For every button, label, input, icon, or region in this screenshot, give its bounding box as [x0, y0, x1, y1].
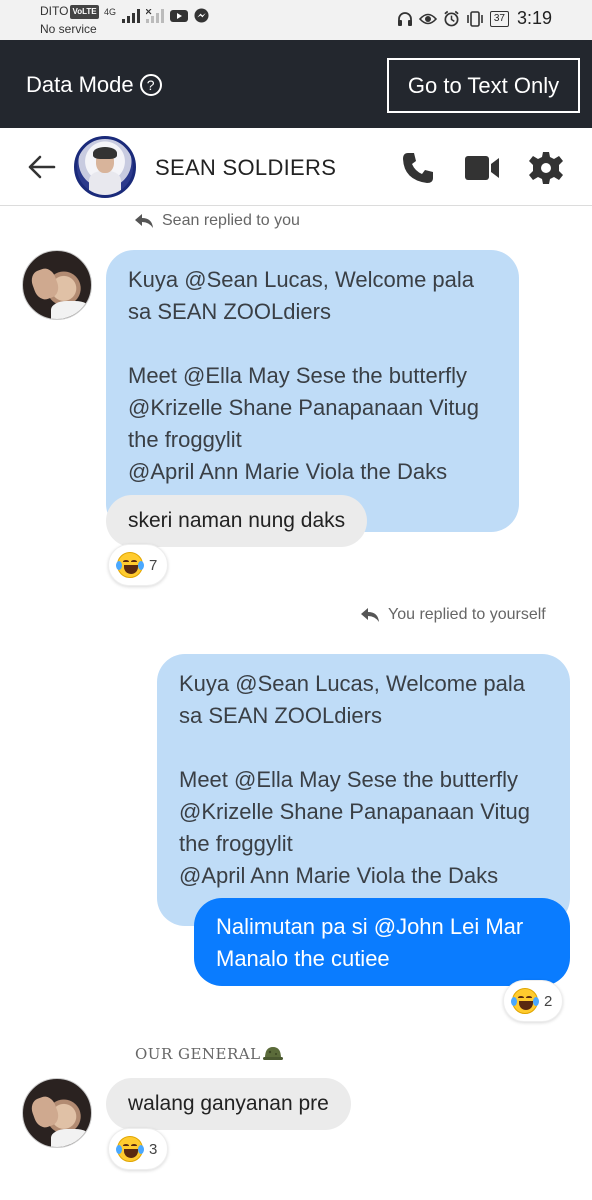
video-call-icon[interactable]: [464, 150, 500, 186]
go-to-text-only-button[interactable]: Go to Text Only: [387, 58, 580, 113]
reaction-count: 3: [149, 1140, 158, 1158]
sender-avatar[interactable]: [22, 250, 92, 320]
reply-note-text: Sean replied to you: [162, 212, 300, 229]
reaction-count: 7: [149, 556, 158, 574]
sender-name-text: OUR GENERAL: [135, 1045, 261, 1063]
network-type: 4G: [104, 6, 117, 17]
headphones-icon: [397, 11, 412, 26]
military-helmet-icon: [262, 1047, 283, 1060]
carrier-label: DITO VoLTE: [40, 4, 99, 19]
reply-note-text: You replied to yourself: [388, 606, 546, 623]
reaction-pill[interactable]: 3: [108, 1128, 169, 1170]
battery-indicator: 37: [489, 10, 509, 27]
chat-header: SEAN SOLDIERS: [0, 128, 592, 206]
clock: 3:19: [516, 8, 552, 28]
laughing-emoji-icon: [511, 988, 539, 1014]
carrier-name: DITO: [40, 4, 69, 18]
reaction-pill[interactable]: 2: [503, 980, 564, 1022]
back-arrow-icon[interactable]: [26, 152, 56, 182]
messenger-icon: [194, 8, 209, 23]
volte-badge: VoLTE: [70, 5, 99, 19]
phone-call-icon[interactable]: [400, 150, 436, 186]
reply-icon: [135, 214, 153, 228]
reaction-pill[interactable]: 7: [108, 544, 169, 586]
data-mode-text: Data Mode: [26, 72, 134, 97]
signal-off-icon: [146, 8, 165, 23]
sender-avatar[interactable]: [22, 1078, 92, 1148]
reply-note: Sean replied to you: [134, 212, 300, 230]
avatar-shirt: [51, 301, 91, 319]
youtube-icon: [170, 9, 189, 22]
group-name[interactable]: SEAN SOLDIERS: [155, 155, 336, 181]
help-icon[interactable]: ?: [139, 74, 162, 96]
message-bubble[interactable]: walang ganyanan pre: [106, 1078, 351, 1130]
vibrate-icon: [467, 10, 483, 27]
status-bar: DITO VoLTE No service 4G 37 3:19: [0, 0, 592, 40]
group-avatar[interactable]: [74, 136, 136, 198]
avatar-hand: [28, 265, 62, 303]
avatar-body: [89, 171, 121, 195]
reaction-count: 2: [544, 992, 553, 1010]
settings-gear-icon[interactable]: [528, 150, 564, 186]
alarm-icon: [444, 10, 459, 27]
laughing-emoji-icon: [116, 552, 144, 578]
status-right-icons: 37 3:19: [397, 8, 552, 29]
avatar-hair: [93, 147, 117, 159]
data-mode-banner: Data Mode? Go to Text Only: [0, 40, 592, 128]
avatar-hand: [28, 1093, 62, 1131]
status-left-icons: 4G: [104, 6, 209, 23]
eye-icon: [418, 13, 437, 24]
quoted-message-bubble[interactable]: Kuya @Sean Lucas, Welcome pala sa SEAN Z…: [157, 654, 570, 926]
signal-icon: [122, 8, 141, 23]
reply-icon: [361, 608, 379, 622]
avatar-shirt: [51, 1129, 91, 1147]
laughing-emoji-icon: [116, 1136, 144, 1162]
no-service-label: No service: [40, 22, 97, 36]
message-bubble[interactable]: skeri naman nung daks: [106, 495, 368, 547]
quoted-message-bubble[interactable]: Kuya @Sean Lucas, Welcome pala sa SEAN Z…: [106, 250, 519, 532]
reply-note: You replied to yourself: [360, 606, 546, 624]
sender-name: OUR GENERAL: [135, 1045, 283, 1063]
data-mode-label: Data Mode?: [26, 72, 162, 98]
own-message-bubble[interactable]: Nalimutan pa si @John Lei Mar Manalo the…: [194, 898, 570, 986]
